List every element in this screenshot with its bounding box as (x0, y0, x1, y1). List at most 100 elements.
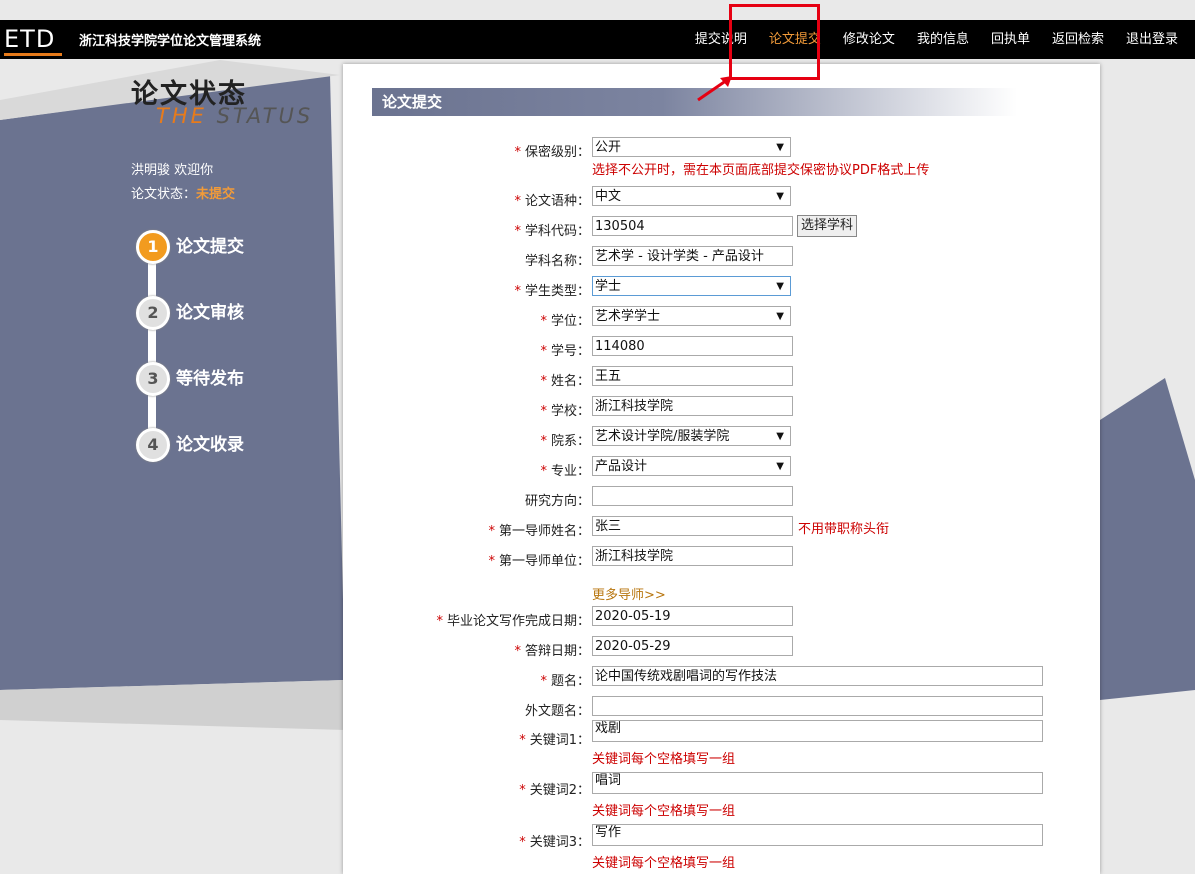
row-research: 研究方向： (343, 486, 1100, 510)
nav-receipt[interactable]: 回执单 (980, 20, 1041, 59)
row-student-id: * 学号： 114080 (343, 336, 1100, 360)
row-student-type: * 学生类型： 学士 (343, 276, 1100, 300)
research-input[interactable] (592, 486, 793, 506)
status-subtitle-rest: STATUS (216, 104, 314, 128)
thesis-state: 论文状态：未提交 (131, 183, 235, 202)
row-title: * 题名： 论中国传统戏剧唱词的写作技法 (343, 666, 1100, 690)
state-label: 论文状态： (131, 187, 197, 202)
status-subtitle: THE STATUS (156, 104, 313, 128)
secrecy-hint: 选择不公开时，需在本页面底部提交保密协议PDF格式上传 (592, 163, 930, 178)
step-label: 等待发布 (176, 369, 244, 389)
step-number: 2 (136, 296, 170, 330)
language-select[interactable]: 中文 (592, 186, 791, 207)
student-id-label: * 学号： (540, 344, 590, 359)
advisor-unit-label: * 第一导师单位： (488, 554, 590, 569)
site-title: 浙江科技学院学位论文管理系统 (79, 34, 262, 49)
subject-code-input[interactable]: 130504 (592, 216, 793, 236)
highlight-box (729, 4, 820, 80)
row-major: * 专业： 产品设计 (343, 456, 1100, 480)
step-2: 2 论文审核 (131, 292, 331, 332)
step-number: 4 (136, 428, 170, 462)
school-label: * 学校： (540, 404, 590, 419)
keyword1-label: * 关键词1： (519, 733, 590, 748)
row-degree: * 学位： 艺术学学士 (343, 306, 1100, 330)
major-label: * 专业： (540, 464, 590, 479)
major-select[interactable]: 产品设计 (592, 456, 791, 477)
top-navbar: ETD 浙江科技学院学位论文管理系统 提交说明 论文提交 修改论文 我的信息 回… (0, 20, 1195, 59)
nav-edit-thesis[interactable]: 修改论文 (832, 20, 906, 59)
step-label: 论文提交 (176, 237, 244, 257)
subject-name-label: 学科名称： (524, 254, 590, 269)
keyword1-input[interactable]: 戏剧 (592, 720, 1043, 742)
row-finish-date: * 毕业论文写作完成日期： 2020-05-19 (343, 606, 1100, 630)
name-input[interactable]: 王五 (592, 366, 793, 386)
nav-logout[interactable]: 退出登录 (1115, 20, 1189, 59)
finish-date-label: * 毕业论文写作完成日期： (436, 614, 590, 629)
step-number: 1 (136, 230, 170, 264)
nav-my-info[interactable]: 我的信息 (906, 20, 980, 59)
step-label: 论文审核 (176, 303, 244, 323)
name-label: * 姓名： (540, 374, 590, 389)
status-subtitle-the: THE (156, 104, 207, 128)
more-advisors-link[interactable]: 更多导师>> (592, 584, 666, 603)
row-advisor-unit: * 第一导师单位： 浙江科技学院 (343, 546, 1100, 570)
row-keyword-2: * 关键词2： 唱词 关键词每个空格填写一组 (343, 772, 1100, 819)
step-label: 论文收录 (176, 435, 244, 455)
advisor-unit-input[interactable]: 浙江科技学院 (592, 546, 793, 566)
secrecy-select[interactable]: 公开 (592, 137, 791, 158)
state-value: 未提交 (196, 187, 236, 202)
department-select[interactable]: 艺术设计学院/服装学院 (592, 426, 791, 447)
row-department: * 院系： 艺术设计学院/服装学院 (343, 426, 1100, 450)
keyword3-input[interactable]: 写作 (592, 824, 1043, 846)
degree-label: * 学位： (540, 314, 590, 329)
department-label: * 院系： (540, 434, 590, 449)
row-foreign-title: 外文题名： (343, 696, 1100, 720)
annotation-arrow-icon (697, 76, 732, 102)
keyword2-input[interactable]: 唱词 (592, 772, 1043, 794)
student-type-select[interactable]: 学士 (592, 276, 791, 297)
keyword2-label: * 关键词2： (519, 783, 590, 798)
secrecy-label: * 保密级别： (514, 145, 590, 160)
research-label: 研究方向： (524, 494, 590, 509)
row-secrecy: *保密级别： 公开 选择不公开时，需在本页面底部提交保密协议PDF格式上传 (343, 137, 1100, 178)
row-school: * 学校： 浙江科技学院 (343, 396, 1100, 420)
foreign-title-label: 外文题名： (524, 704, 590, 719)
welcome-text: 洪明骏 欢迎你 (131, 163, 214, 178)
student-id-input[interactable]: 114080 (592, 336, 793, 356)
row-name: * 姓名： 王五 (343, 366, 1100, 390)
thesis-form-panel: 论文提交 *保密级别： 公开 选择不公开时，需在本页面底部提交保密协议PDF格式… (343, 64, 1100, 874)
keyword3-label: * 关键词3： (519, 835, 590, 850)
finish-date-input[interactable]: 2020-05-19 (592, 606, 793, 626)
language-label: * 论文语种： (514, 194, 590, 209)
row-keyword-1: * 关键词1： 戏剧 关键词每个空格填写一组 (343, 720, 1100, 767)
title-label: * 题名： (540, 674, 590, 689)
row-advisor-name: * 第一导师姓名： 张三 不用带职称头衔 (343, 516, 1100, 540)
step-4: 4 论文收录 (131, 424, 331, 464)
subject-name-input[interactable]: 艺术学 - 设计学类 - 产品设计 (592, 246, 793, 266)
foreign-title-input[interactable] (592, 696, 1043, 716)
advisor-name-input[interactable]: 张三 (592, 516, 793, 536)
school-input[interactable]: 浙江科技学院 (592, 396, 793, 416)
defense-date-label: * 答辩日期： (514, 644, 590, 659)
student-type-label: * 学生类型： (514, 284, 590, 299)
steps-rail (148, 246, 156, 442)
row-language: * 论文语种： 中文 (343, 186, 1100, 210)
choose-subject-button[interactable]: 选择学科 (797, 215, 858, 237)
subject-code-label: * 学科代码： (514, 224, 590, 239)
section-title: 论文提交 (382, 93, 443, 111)
degree-select[interactable]: 艺术学学士 (592, 306, 791, 327)
step-3: 3 等待发布 (131, 358, 331, 398)
advisor-name-hint: 不用带职称头衔 (798, 522, 890, 537)
keyword3-hint: 关键词每个空格填写一组 (592, 856, 736, 871)
etd-logo: ETD (4, 25, 62, 56)
nav-back-to-search[interactable]: 返回检索 (1041, 20, 1115, 59)
row-defense-date: * 答辩日期： 2020-05-29 (343, 636, 1100, 660)
keyword1-hint: 关键词每个空格填写一组 (592, 752, 736, 767)
step-1: 1 论文提交 (131, 226, 331, 266)
title-input[interactable]: 论中国传统戏剧唱词的写作技法 (592, 666, 1043, 686)
step-number: 3 (136, 362, 170, 396)
defense-date-input[interactable]: 2020-05-29 (592, 636, 793, 656)
advisor-name-label: * 第一导师姓名： (488, 524, 590, 539)
keyword2-hint: 关键词每个空格填写一组 (592, 804, 736, 819)
row-keyword-3: * 关键词3： 写作 关键词每个空格填写一组 (343, 824, 1100, 871)
